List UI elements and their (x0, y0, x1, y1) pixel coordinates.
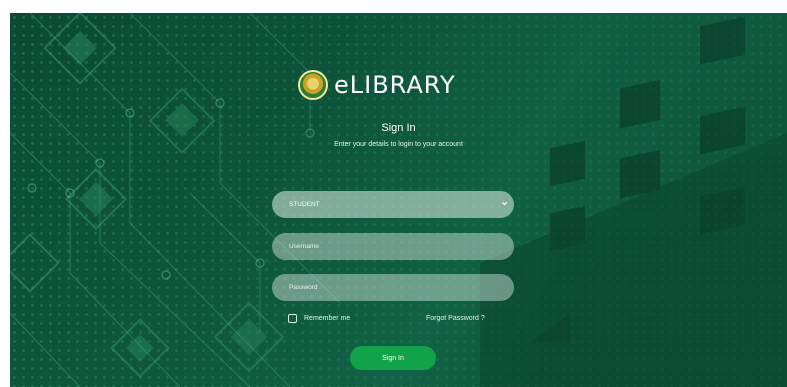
username-input[interactable]: Username (272, 233, 514, 260)
left-edge (0, 0, 10, 387)
sign-in-button[interactable]: Sign In (350, 346, 436, 370)
brand-logo: eLIBRARY (298, 65, 456, 105)
brand-name: eLIBRARY (334, 71, 456, 99)
chevron-down-icon (502, 202, 507, 206)
login-page: eLIBRARY Sign In Enter your details to l… (0, 0, 787, 387)
role-select-value: STUDENT (289, 201, 320, 208)
forgot-password-link[interactable]: Forgot Password ? (426, 315, 485, 322)
password-input[interactable]: Password (272, 274, 514, 301)
login-panel: eLIBRARY Sign In Enter your details to l… (10, 13, 787, 387)
username-placeholder: Username (289, 243, 319, 250)
role-select[interactable]: STUDENT (272, 191, 514, 218)
page-title: Sign In (381, 122, 416, 134)
checkbox-icon[interactable] (288, 314, 297, 323)
top-strip (10, 0, 787, 13)
university-seal-icon (298, 70, 328, 100)
remember-me-label: Remember me (304, 315, 351, 322)
remember-me-checkbox[interactable]: Remember me (288, 314, 350, 323)
password-placeholder: Password (289, 284, 318, 291)
page-subtitle: Enter your details to login to your acco… (334, 141, 463, 148)
